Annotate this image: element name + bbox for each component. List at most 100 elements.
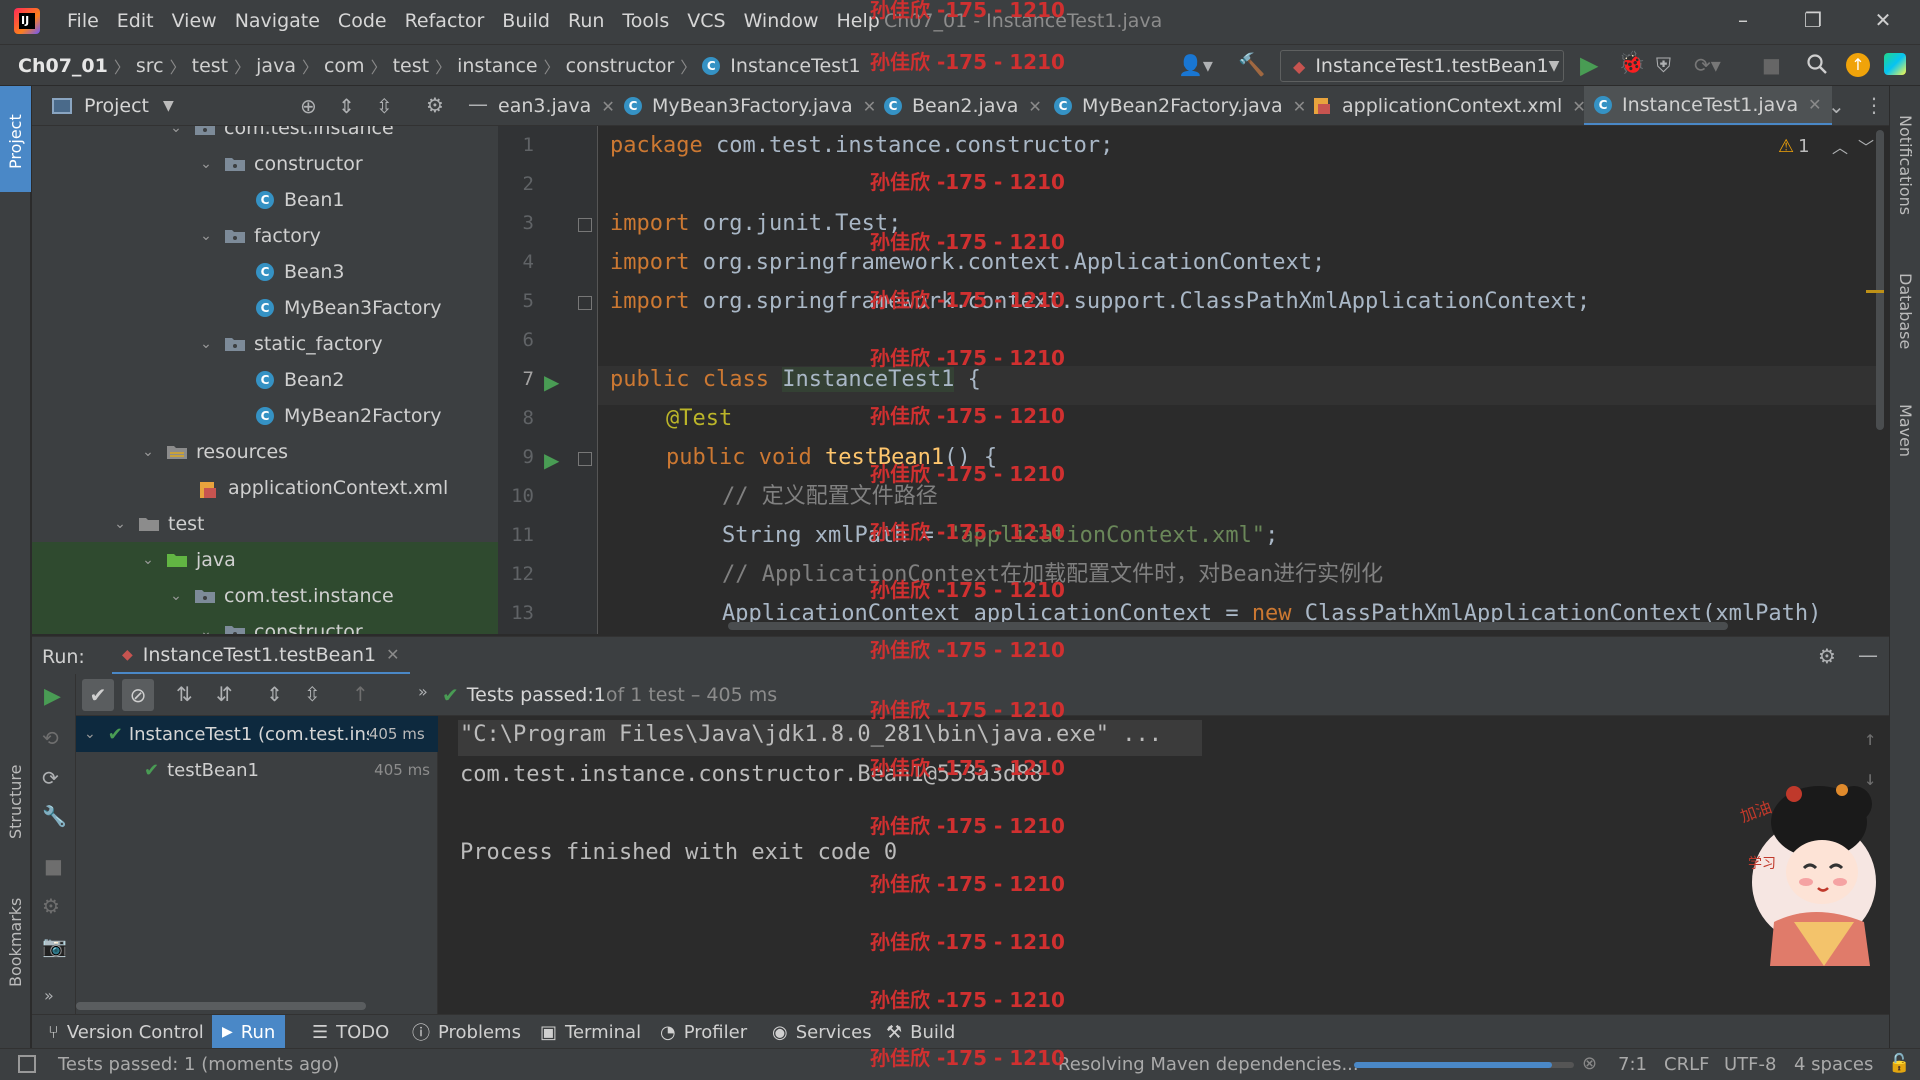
indent-setting[interactable]: 4 spaces: [1794, 1054, 1873, 1075]
tree-item-resources[interactable]: ⌄ resources: [32, 434, 498, 470]
menu-build[interactable]: Build: [493, 10, 559, 32]
wrench-icon[interactable]: 🔧: [42, 804, 67, 828]
collapse-all-icon[interactable]: ⇳: [304, 682, 321, 706]
tab-applicationcontext-xml[interactable]: applicationContext.xml ✕: [1312, 86, 1586, 125]
console-output[interactable]: "C:\Program Files\Java\jdk1.8.0_281\bin\…: [438, 716, 1889, 1014]
user-icon[interactable]: 👤▾: [1178, 53, 1213, 77]
tree-item-com-test-instance[interactable]: ⌄ com.test.instance: [32, 126, 498, 146]
close-icon[interactable]: ✕: [863, 97, 876, 116]
menu-code[interactable]: Code: [329, 10, 396, 32]
test-suite-row[interactable]: ⌄ ✔ InstanceTest1 (com.test.inst 405 ms: [76, 716, 438, 752]
lock-icon[interactable]: 🔓: [1888, 1053, 1910, 1074]
tree-item-mybean3factory[interactable]: C MyBean3Factory: [32, 290, 498, 326]
structure-tool-tab[interactable]: Structure: [0, 752, 31, 852]
menu-vcs[interactable]: VCS: [678, 10, 734, 32]
tree-item-mybean2factory[interactable]: C MyBean2Factory: [32, 398, 498, 434]
caret-position[interactable]: 7:1: [1618, 1054, 1647, 1075]
rerun-failed-icon[interactable]: ⟲: [42, 726, 59, 750]
menu-file[interactable]: File: [58, 10, 108, 32]
search-icon[interactable]: [1806, 53, 1828, 75]
horizontal-scrollbar[interactable]: [728, 622, 1728, 630]
run-tab-instancetest1[interactable]: ◆ InstanceTest1.testBean1 ✕: [112, 637, 410, 675]
tab-bean2-java[interactable]: C Bean2.java ✕: [884, 86, 1042, 125]
tab-problems[interactable]: ⓘ Problems: [402, 1015, 531, 1049]
tab-version-control[interactable]: ⑂ Version Control: [38, 1015, 214, 1049]
close-icon[interactable]: ✕: [1808, 95, 1821, 114]
rerun-icon[interactable]: ▶: [44, 684, 61, 709]
profile-icon[interactable]: ⟳▾: [1694, 53, 1721, 77]
arrow-up-icon[interactable]: ↑: [352, 682, 369, 706]
toolbox-icon[interactable]: [1884, 53, 1906, 75]
hide-panel-icon[interactable]: —: [468, 92, 488, 116]
breadcrumb-src[interactable]: src: [136, 55, 164, 77]
breadcrumb-class[interactable]: InstanceTest1: [730, 55, 860, 77]
breadcrumb-constructor[interactable]: constructor: [566, 55, 675, 77]
tree-item-java[interactable]: ⌄ java: [32, 542, 498, 578]
menu-view[interactable]: View: [163, 10, 226, 32]
toggle-tool-windows-icon[interactable]: [18, 1055, 36, 1073]
menu-window[interactable]: Window: [735, 10, 828, 32]
sort-alpha-icon[interactable]: ⇅: [176, 682, 193, 706]
file-encoding[interactable]: UTF-8: [1724, 1054, 1776, 1075]
show-ignored-icon[interactable]: ⊘: [122, 679, 154, 711]
run-icon[interactable]: ▶: [1580, 51, 1598, 79]
tab-mybean3factory-java[interactable]: C MyBean3Factory.java ✕: [624, 86, 876, 125]
tree-horizontal-scrollbar[interactable]: [76, 1002, 366, 1010]
expand-all-icon[interactable]: ⇕: [266, 682, 283, 706]
project-panel-title[interactable]: Project: [84, 95, 149, 117]
more-icon[interactable]: »: [418, 682, 428, 701]
more-icon[interactable]: »: [44, 986, 54, 1005]
breadcrumb-test-pkg[interactable]: test: [393, 55, 430, 77]
breadcrumb-project[interactable]: Ch07_01: [18, 55, 108, 77]
restore-button[interactable]: ❐: [1798, 8, 1828, 34]
hide-panel-icon[interactable]: —: [1858, 643, 1878, 667]
app-logo-icon[interactable]: IJ: [14, 8, 40, 34]
tree-item-static-factory[interactable]: ⌄ static_factory: [32, 326, 498, 362]
code-editor[interactable]: package com.test.instance.constructor; i…: [598, 126, 1878, 634]
tree-item-bean2[interactable]: C Bean2: [32, 362, 498, 398]
line-separator[interactable]: CRLF: [1664, 1054, 1709, 1075]
stop-icon[interactable]: ■: [1762, 53, 1781, 77]
project-tool-tab[interactable]: Project: [0, 94, 31, 190]
tab-bean3-java[interactable]: ean3.java ✕: [498, 86, 615, 125]
update-icon[interactable]: ↑: [1846, 53, 1870, 77]
gear-icon[interactable]: ⚙: [42, 894, 60, 918]
tab-build[interactable]: ⚒ Build: [876, 1015, 965, 1049]
database-tool-tab[interactable]: Database: [1890, 256, 1920, 366]
menu-refactor[interactable]: Refactor: [396, 10, 494, 32]
tree-item-test[interactable]: ⌄ test: [32, 506, 498, 542]
collapse-all-icon[interactable]: ⇳: [376, 94, 393, 118]
menu-tools[interactable]: Tools: [613, 10, 678, 32]
tab-mybean2factory-java[interactable]: C MyBean2Factory.java ✕: [1054, 86, 1306, 125]
chevron-down-icon[interactable]: ﹀: [1858, 134, 1874, 158]
menu-edit[interactable]: Edit: [108, 10, 163, 32]
tab-terminal[interactable]: ▣ Terminal: [530, 1015, 651, 1049]
breadcrumb-com[interactable]: com: [324, 55, 365, 77]
chevron-down-icon[interactable]: ▼: [163, 98, 174, 114]
breadcrumb-java[interactable]: java: [256, 55, 296, 77]
fold-icon[interactable]: [578, 218, 592, 232]
toggle-auto-test-icon[interactable]: ⟳: [42, 766, 59, 790]
close-icon[interactable]: ✕: [601, 97, 614, 116]
breadcrumb-test[interactable]: test: [192, 55, 229, 77]
tree-item-factory[interactable]: ⌄ factory: [32, 218, 498, 254]
minimize-button[interactable]: –: [1728, 8, 1758, 34]
fold-icon[interactable]: [578, 296, 592, 310]
stop-icon[interactable]: ■: [44, 854, 63, 878]
locate-icon[interactable]: ⊕: [300, 94, 317, 118]
menu-help[interactable]: Help: [827, 10, 888, 32]
breadcrumb-instance[interactable]: instance: [457, 55, 538, 77]
show-passed-icon[interactable]: ✔: [82, 679, 114, 711]
gear-icon[interactable]: ⚙: [426, 93, 444, 117]
notifications-tool-tab[interactable]: Notifications: [1890, 100, 1920, 230]
test-case-row[interactable]: ✔ testBean1 405 ms: [76, 752, 438, 788]
tree-item-constructor[interactable]: ⌄ constructor: [32, 146, 498, 182]
cancel-task-icon[interactable]: ⊗: [1582, 1053, 1597, 1074]
maven-tool-tab[interactable]: Maven: [1890, 386, 1920, 476]
tree-item-bean3[interactable]: C Bean3: [32, 254, 498, 290]
bookmarks-tool-tab[interactable]: Bookmarks: [0, 882, 31, 1002]
more-options-icon[interactable]: ⋮: [1864, 93, 1884, 117]
tab-run[interactable]: ▶ Run: [212, 1015, 286, 1049]
run-configuration-selector[interactable]: ◆ InstanceTest1.testBean1 ▼: [1280, 50, 1564, 82]
chevron-down-icon[interactable]: ⌄: [1828, 94, 1845, 118]
